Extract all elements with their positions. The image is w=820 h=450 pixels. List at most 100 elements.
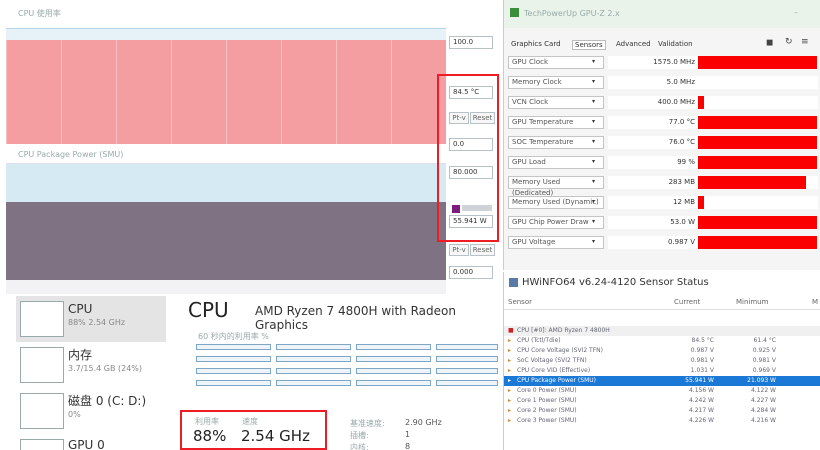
sensor-value: 99 %	[608, 156, 698, 169]
hwinfo-sensor-row[interactable]: ▸ Core 3 Power (SMU) 4.226 W 4.216 W	[504, 416, 820, 426]
sensor-minimum: 4.122 W	[750, 387, 776, 394]
hwinfo-rows: ▸ CPU (Tctl/Tdie) 84.5 °C 61.4 °C ▸ CPU Core …	[504, 336, 820, 450]
hwinfo-sensor-row[interactable]: ▸ CPU Core VID (Effective) 1.031 V 0.969 V	[504, 366, 820, 376]
sensor-label[interactable]: GPU Voltage	[508, 236, 604, 249]
sensor-value: 12 MB	[608, 196, 698, 209]
col-current[interactable]: Current	[674, 298, 700, 306]
gpuz-sensor-row: Memory Used (Dynamic) ▾ 12 MB	[508, 196, 820, 211]
minimize-icon[interactable]: –	[794, 8, 798, 17]
light-band	[6, 164, 446, 202]
hwinfo-sensor-row[interactable]: ▸ CPU Package Power (SMU) 55.941 W 21.093 W	[504, 376, 820, 386]
core-graph	[436, 368, 498, 374]
menu-icon[interactable]: ≡	[801, 37, 809, 47]
sensor-label[interactable]: SOC Temperature	[508, 136, 604, 149]
dropdown-arrow-icon[interactable]: ▾	[592, 238, 595, 245]
pt-button-b[interactable]: Pt-v	[449, 244, 469, 256]
dropdown-arrow-icon[interactable]: ▾	[592, 178, 595, 185]
sensor-type-icon: ▸	[508, 407, 512, 414]
dropdown-arrow-icon[interactable]: ▾	[592, 98, 595, 105]
sensor-label[interactable]: GPU Load	[508, 156, 604, 169]
sensor-minimum: 21.093 W	[747, 377, 776, 384]
hwinfo-sensor-row[interactable]: ▸ Core 2 Power (SMU) 4.217 W 4.284 W	[504, 406, 820, 416]
col-minimum[interactable]: Minimum	[736, 298, 768, 306]
dropdown-arrow-icon[interactable]: ▾	[592, 58, 595, 65]
gpu-thumb	[20, 439, 64, 450]
refresh-icon[interactable]: ↻	[785, 37, 793, 47]
core-graph	[356, 344, 431, 350]
highlight-box-stats	[180, 410, 327, 450]
scale-max-field[interactable]: 100.0	[449, 36, 493, 49]
tab-advanced[interactable]: Advanced	[616, 40, 651, 48]
gpuz-sensor-row: GPU Chip Power Draw ▾ 53.0 W	[508, 216, 820, 231]
hwinfo-window: HWiNFO64 v6.24-4120 Sensor Status Sensor…	[503, 272, 820, 450]
sensor-value: 76.0 °C	[608, 136, 698, 149]
sensor-minimum: 4.216 W	[750, 417, 776, 424]
band-label: CPU Package Power (SMU)	[18, 150, 124, 159]
hwinfo-sensor-row[interactable]: ▸ CPU Core Voltage (SVI2 TFN) 0.987 V 0.925…	[504, 346, 820, 356]
scale-bottom-field[interactable]: 0.000	[449, 266, 493, 279]
sensor-graph	[698, 76, 818, 89]
perf-item-cpu[interactable]: CPU 88% 2.54 GHz	[16, 296, 166, 342]
perf-item-title: 内存	[68, 348, 93, 362]
sensor-label[interactable]: VCN Clock	[508, 96, 604, 109]
hwinfo-group[interactable]: ■ CPU [#0]: AMD Ryzen 7 4800H	[504, 326, 820, 336]
perf-item-sub: 0%	[68, 410, 81, 419]
core-graph	[436, 380, 498, 386]
sensor-type-icon: ▸	[508, 387, 512, 394]
sensor-minimum: 0.925 V	[752, 347, 776, 354]
sensor-label[interactable]: Memory Used (Dynamic)	[508, 196, 604, 209]
sensor-label[interactable]: GPU Temperature	[508, 116, 604, 129]
perf-item-disk[interactable]: 磁盘 0 (C: D:) 0%	[16, 388, 166, 434]
sensor-value: 5.0 MHz	[608, 76, 698, 89]
core-graph	[276, 344, 351, 350]
tab-sensors[interactable]: Sensors	[572, 40, 606, 50]
tab-graphics-card[interactable]: Graphics Card	[511, 40, 561, 48]
col-sensor[interactable]: Sensor	[508, 298, 532, 306]
hwinfo-sensor-row[interactable]: ▸ Core 0 Power (SMU) 4.156 W 4.122 W	[504, 386, 820, 396]
perf-main-title: CPU	[188, 298, 229, 322]
cores-label: 内核:	[350, 443, 369, 450]
sockets-value: 1	[405, 430, 411, 439]
hwinfo-sensor-row[interactable]: ▸ SoC Voltage (SVI2 TFN) 0.981 V 0.981 V	[504, 356, 820, 366]
tab-validation[interactable]: Validation	[658, 40, 693, 48]
sensor-name: CPU Core Voltage (SVI2 TFN)	[517, 347, 604, 354]
sensor-type-icon: ▸	[508, 397, 512, 404]
perf-item-memory[interactable]: 内存 3.7/15.4 GB (24%)	[16, 342, 166, 388]
sensor-type-icon: ▸	[508, 357, 512, 364]
sensor-label[interactable]: Memory Clock	[508, 76, 604, 89]
sensor-current: 4.226 W	[688, 417, 714, 424]
dropdown-arrow-icon[interactable]: ▾	[592, 118, 595, 125]
sensor-value: 77.0 °C	[608, 116, 698, 129]
col-max[interactable]: M	[812, 298, 818, 306]
window-title: CPU 使用率	[18, 9, 61, 18]
core-graph	[356, 356, 431, 362]
hwinfo-title: HWiNFO64 v6.24-4120 Sensor Status	[522, 277, 709, 288]
gpuz-window: TechPowerUp GPU-Z 2.x – Graphics Card Se…	[503, 0, 820, 270]
sensor-label[interactable]: GPU Clock	[508, 56, 604, 69]
sensor-minimum: 61.4 °C	[753, 337, 776, 344]
sensor-type-icon: ▸	[508, 347, 512, 354]
sensor-name: Core 0 Power (SMU)	[517, 387, 577, 394]
sensor-label[interactable]: GPU Chip Power Draw	[508, 216, 604, 229]
gpuz-titlebar: TechPowerUp GPU-Z 2.x –	[504, 0, 820, 28]
dropdown-arrow-icon[interactable]: ▾	[592, 198, 595, 205]
camera-icon[interactable]: ◼	[766, 38, 773, 48]
gpuz-sensor-row: GPU Temperature ▾ 77.0 °C	[508, 116, 820, 131]
sensor-current: 4.217 W	[688, 407, 714, 414]
dropdown-arrow-icon[interactable]: ▾	[592, 138, 595, 145]
reset-button-b[interactable]: Reset	[470, 244, 495, 256]
sensor-bar	[698, 236, 817, 249]
gpuz-app-icon	[510, 8, 519, 17]
hwinfo-sensor-row[interactable]: ▸ Core 1 Power (SMU) 4.242 W 4.227 W	[504, 396, 820, 406]
sensor-bar	[698, 116, 817, 129]
gpuz-sensor-row: GPU Load ▾ 99 %	[508, 156, 820, 171]
dropdown-arrow-icon[interactable]: ▾	[592, 78, 595, 85]
pale-band	[6, 280, 446, 294]
perf-item-gpu[interactable]: GPU 0	[16, 434, 166, 450]
utilization-caption: 60 秒内的利用率 %	[198, 332, 269, 341]
hwinfo-sensor-row[interactable]: ▸ CPU (Tctl/Tdie) 84.5 °C 61.4 °C	[504, 336, 820, 346]
sensor-label[interactable]: Memory Used (Dedicated)	[508, 176, 604, 197]
dropdown-arrow-icon[interactable]: ▾	[592, 158, 595, 165]
sensor-graph	[698, 196, 818, 209]
dropdown-arrow-icon[interactable]: ▾	[592, 218, 595, 225]
